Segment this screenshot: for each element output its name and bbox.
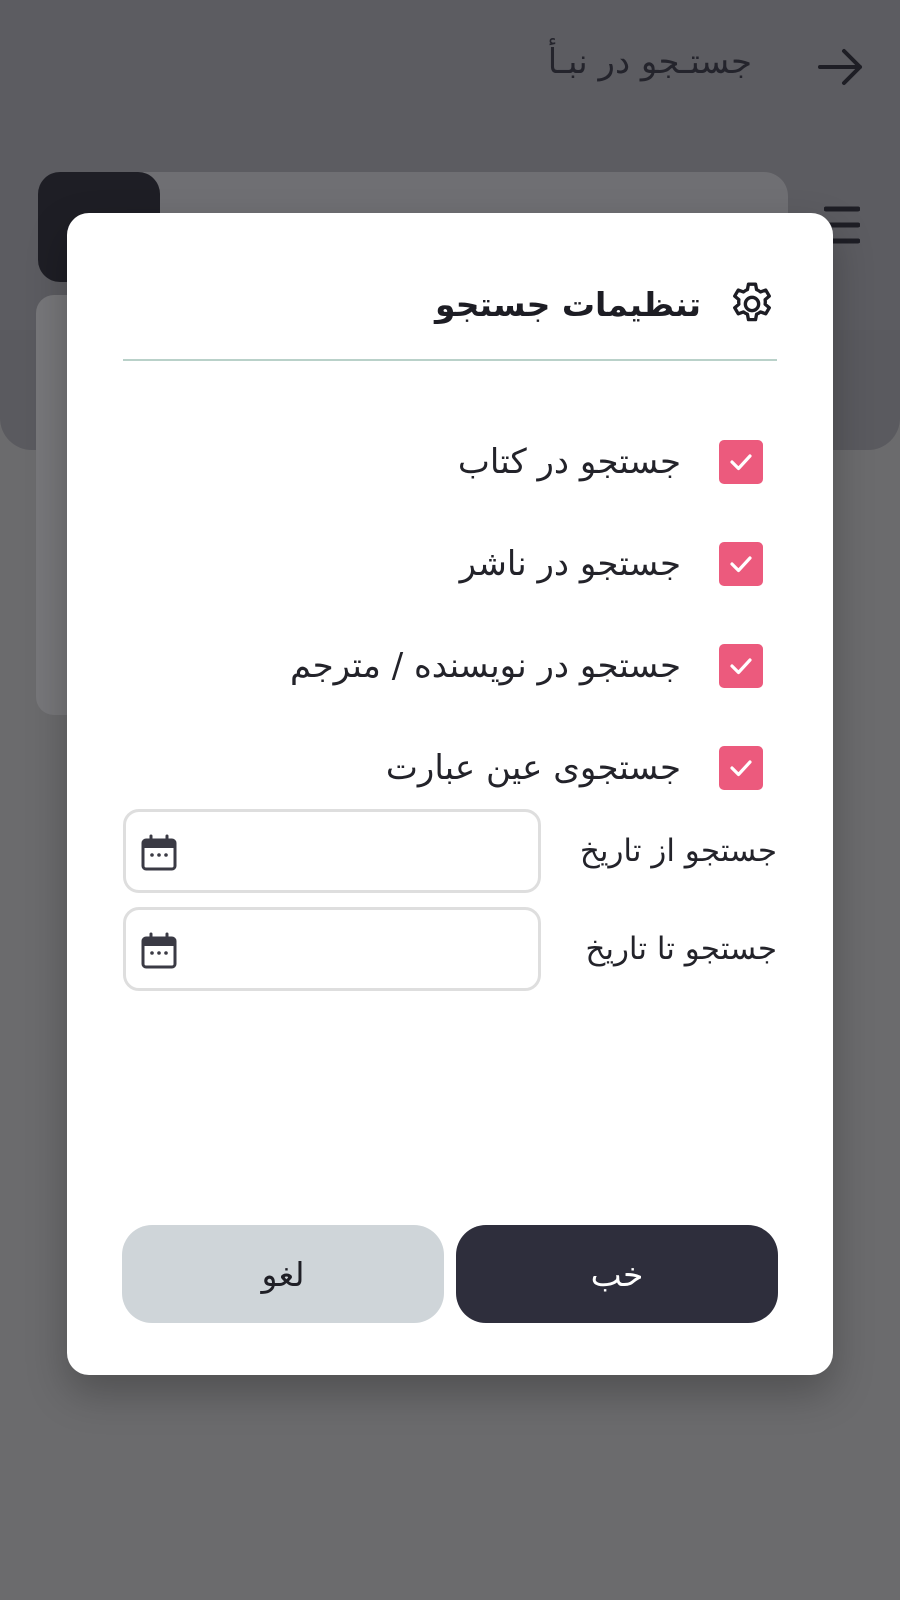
- dialog-title: تنظیمات جستجو: [435, 284, 701, 324]
- cancel-button[interactable]: لغو: [122, 1225, 444, 1323]
- option-search-in-publisher[interactable]: جستجو در ناشر: [123, 513, 763, 615]
- calendar-icon[interactable]: [140, 932, 178, 970]
- check-icon: [730, 658, 752, 675]
- date-from-field[interactable]: [123, 809, 541, 893]
- search-settings-dialog: تنظیمات جستجو جستجو در کتاب جستجو در ناش…: [67, 213, 833, 1375]
- search-options: جستجو در کتاب جستجو در ناشر جستجو در نوی…: [123, 411, 763, 819]
- header-divider: [123, 359, 777, 361]
- option-search-in-book[interactable]: جستجو در کتاب: [123, 411, 763, 513]
- date-from-label: جستجو از تاریخ: [579, 833, 777, 869]
- option-label: جستجوی عین عبارت: [385, 748, 681, 788]
- calendar-icon[interactable]: [140, 834, 178, 872]
- arrow-right-icon[interactable]: [816, 42, 866, 92]
- option-exact-phrase[interactable]: جستجوی عین عبارت: [123, 717, 763, 819]
- option-search-in-author[interactable]: جستجو در نویسنده / مترجم: [123, 615, 763, 717]
- date-from-row: جستجو از تاریخ: [123, 809, 777, 893]
- check-icon: [730, 760, 752, 777]
- option-label: جستجو در ناشر: [459, 544, 681, 584]
- date-to-input[interactable]: [196, 920, 522, 978]
- option-label: جستجو در نویسنده / مترجم: [290, 646, 681, 686]
- checkbox-search-in-publisher[interactable]: [719, 542, 763, 586]
- dialog-header: تنظیمات جستجو: [123, 273, 777, 335]
- ok-button[interactable]: خب: [456, 1225, 778, 1323]
- gear-icon: [733, 282, 771, 322]
- check-icon: [730, 454, 752, 471]
- checkbox-exact-phrase[interactable]: [719, 746, 763, 790]
- date-from-input[interactable]: [196, 822, 522, 880]
- app-title: جستـجو در نبـأ: [547, 42, 752, 82]
- option-label: جستجو در کتاب: [457, 442, 681, 482]
- checkbox-search-in-book[interactable]: [719, 440, 763, 484]
- check-icon: [730, 556, 752, 573]
- checkbox-search-in-author[interactable]: [719, 644, 763, 688]
- date-to-label: جستجو تا تاریخ: [585, 931, 777, 967]
- date-to-row: جستجو تا تاریخ: [123, 907, 777, 991]
- date-to-field[interactable]: [123, 907, 541, 991]
